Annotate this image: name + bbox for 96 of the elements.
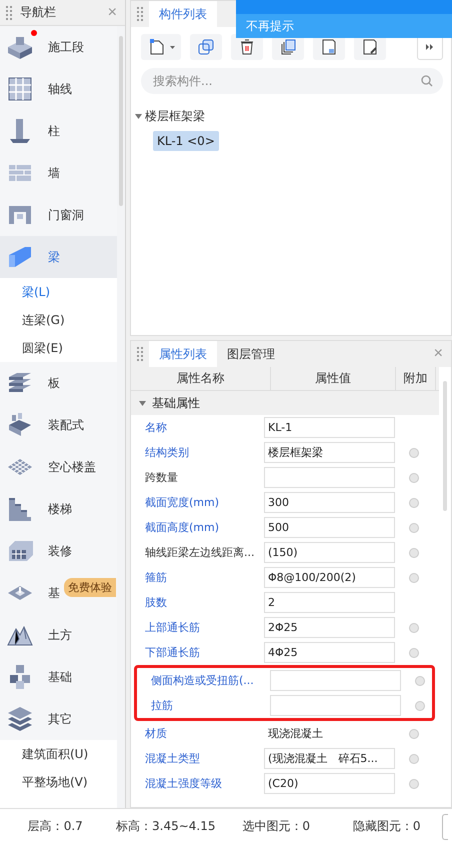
attach-checkbox[interactable] bbox=[409, 778, 419, 788]
property-value-field[interactable]: 2 bbox=[264, 592, 395, 613]
scrollbar-thumb[interactable] bbox=[119, 36, 123, 206]
property-name: 混凝土强度等级 bbox=[145, 776, 222, 791]
status-text: 层高：0.7 bbox=[26, 818, 84, 835]
group-label: 基础属性 bbox=[152, 394, 200, 412]
property-name: 箍筋 bbox=[145, 570, 167, 585]
attach-checkbox[interactable] bbox=[409, 622, 419, 632]
caret-icon bbox=[170, 46, 174, 48]
property-value-field[interactable]: (C20) bbox=[264, 773, 395, 794]
tree-group-label[interactable]: 楼层框架梁 bbox=[145, 108, 205, 125]
status-text: 隐藏图元：0 bbox=[352, 818, 422, 835]
search-field[interactable]: 搜索构件... bbox=[141, 68, 443, 94]
scrollbar-thumb[interactable] bbox=[443, 381, 447, 511]
save-edit-icon bbox=[361, 38, 379, 56]
new-file-icon bbox=[148, 38, 166, 56]
property-name: 上部通长筋 bbox=[145, 620, 200, 635]
panel-tab[interactable]: 图层管理 bbox=[217, 341, 285, 367]
nav-item[interactable]: 柱 bbox=[0, 110, 117, 152]
panel-tab[interactable]: 属性列表 bbox=[149, 341, 217, 367]
property-name: 材质 bbox=[145, 726, 167, 741]
column-header: 属性值 bbox=[271, 367, 396, 390]
nav-item[interactable]: 门窗洞 bbox=[0, 194, 117, 236]
property-value-field[interactable]: 500 bbox=[264, 517, 395, 538]
attach-checkbox[interactable] bbox=[409, 754, 419, 764]
property-value-field[interactable]: Φ8@100/200(2) bbox=[264, 567, 395, 588]
status-text: 选中图元：0 bbox=[241, 818, 312, 835]
grip-icon[interactable] bbox=[137, 7, 143, 21]
panel-tab[interactable]: 构件列表 bbox=[149, 1, 217, 27]
attach-checkbox[interactable] bbox=[409, 572, 419, 582]
property-name: 肢数 bbox=[145, 595, 167, 610]
tree-item[interactable]: KL-1 <0> bbox=[153, 131, 219, 151]
toolbar-button[interactable] bbox=[190, 34, 222, 60]
property-name: 名称 bbox=[145, 420, 167, 435]
property-value-field[interactable] bbox=[264, 467, 395, 488]
property-name: 下部通长筋 bbox=[145, 645, 200, 660]
column-header: 附加 bbox=[396, 367, 436, 390]
panel-title: 导航栏 bbox=[20, 4, 57, 21]
nav-item[interactable]: 基础 bbox=[0, 656, 117, 698]
status-control[interactable] bbox=[442, 814, 448, 840]
property-value-field[interactable]: 300 bbox=[264, 492, 395, 513]
stairs-icon bbox=[6, 495, 34, 523]
property-value-field[interactable]: KL-1 bbox=[264, 417, 395, 438]
property-value-field[interactable] bbox=[270, 695, 401, 716]
property-value-field[interactable]: 2Φ25 bbox=[264, 617, 395, 638]
layers-icon bbox=[6, 705, 34, 733]
layers-copy-icon bbox=[279, 38, 297, 56]
nav-item[interactable]: 装配式 bbox=[0, 404, 117, 446]
trial-badge[interactable]: 免费体验 bbox=[64, 578, 116, 597]
attach-checkbox[interactable] bbox=[409, 728, 419, 738]
nav-item[interactable]: 土方 bbox=[0, 614, 117, 656]
caret-icon[interactable] bbox=[135, 113, 142, 120]
caret-icon[interactable] bbox=[139, 400, 146, 406]
property-name: 侧面构造或受扭筋(... bbox=[151, 673, 254, 688]
search-icon bbox=[421, 75, 433, 87]
property-name: 拉筋 bbox=[151, 698, 173, 713]
property-value-field[interactable]: 楼层框架梁 bbox=[264, 442, 395, 463]
property-name: 结构类别 bbox=[145, 445, 189, 460]
nav-item[interactable]: 施工段 bbox=[0, 26, 117, 68]
grip-icon[interactable] bbox=[137, 347, 143, 361]
grid-icon bbox=[6, 75, 34, 103]
attach-checkbox[interactable] bbox=[409, 648, 419, 658]
property-value-field[interactable]: 4Φ25 bbox=[264, 642, 395, 663]
double-arrow-icon bbox=[426, 44, 434, 50]
property-name: 截面宽度(mm) bbox=[145, 495, 220, 510]
property-value-field[interactable] bbox=[270, 670, 401, 691]
nav-item[interactable]: 空心楼盖 bbox=[0, 446, 117, 488]
nav-item[interactable]: 装修 bbox=[0, 530, 117, 572]
property-name: 跨数量 bbox=[145, 470, 178, 485]
attach-checkbox[interactable] bbox=[409, 448, 419, 458]
nav-item[interactable]: 板 bbox=[0, 362, 117, 404]
copy-icon bbox=[197, 38, 215, 56]
nav-item[interactable]: 梁 bbox=[0, 236, 117, 278]
column-header: 属性名称 bbox=[131, 367, 271, 390]
attach-checkbox[interactable] bbox=[409, 548, 419, 558]
nav-item[interactable]: 墙 bbox=[0, 152, 117, 194]
property-value-field[interactable]: 现浇混凝土 bbox=[264, 723, 395, 744]
attach-checkbox[interactable] bbox=[409, 522, 419, 532]
search-input[interactable]: 搜索构件... bbox=[151, 73, 421, 89]
property-value-field[interactable]: (现浇混凝土 碎石5... bbox=[264, 748, 395, 769]
attach-checkbox[interactable] bbox=[415, 676, 425, 686]
property-name: 轴线距梁左边线距离... bbox=[145, 545, 254, 560]
grip-icon[interactable] bbox=[6, 6, 12, 20]
save-icon bbox=[320, 38, 338, 56]
property-value-field[interactable]: (150) bbox=[264, 542, 395, 563]
status-text: 标高：3.45~4.15 bbox=[115, 818, 216, 835]
nav-item[interactable]: 轴线 bbox=[0, 68, 117, 110]
attach-checkbox[interactable] bbox=[409, 498, 419, 508]
nav-item[interactable]: 其它 bbox=[0, 698, 117, 740]
delete-icon bbox=[238, 38, 256, 56]
property-name: 混凝土类型 bbox=[145, 751, 200, 766]
new-button[interactable] bbox=[141, 34, 181, 60]
attach-checkbox[interactable] bbox=[409, 472, 419, 482]
attach-checkbox[interactable] bbox=[415, 700, 425, 710]
property-name: 截面高度(mm) bbox=[145, 520, 220, 535]
nav-item[interactable]: 楼梯 bbox=[0, 488, 117, 530]
